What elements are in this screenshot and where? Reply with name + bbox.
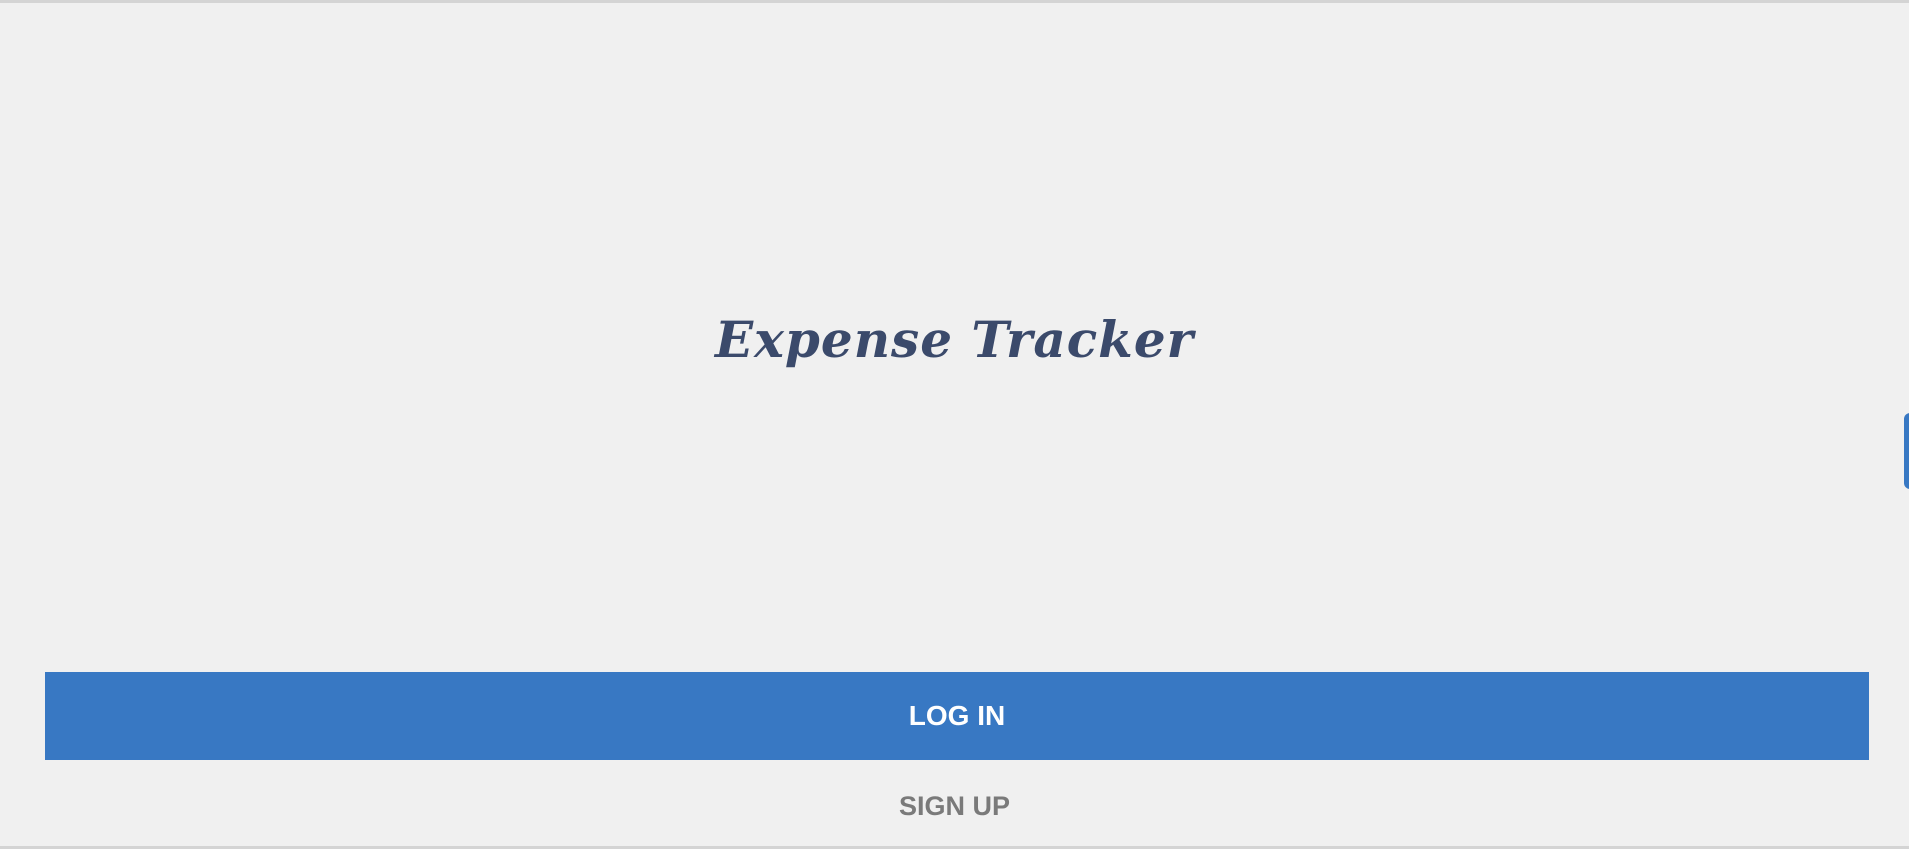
side-feedback-tab[interactable]: [1904, 413, 1909, 489]
app-title: Expense Tracker: [715, 310, 1194, 369]
top-border: [0, 0, 1909, 3]
login-button[interactable]: LOG IN: [45, 672, 1869, 760]
signup-link[interactable]: SIGN UP: [0, 784, 1909, 828]
